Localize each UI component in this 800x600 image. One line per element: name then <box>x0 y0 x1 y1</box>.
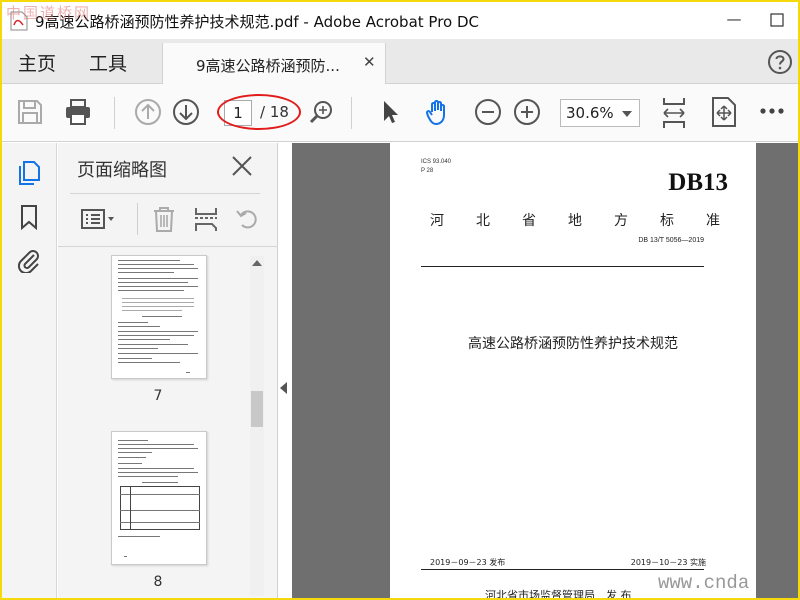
zoom-level-select[interactable]: 30.6% <box>560 99 640 127</box>
toolbar: 1 / 18 30.6% <box>2 84 798 142</box>
zoom-search-icon[interactable] <box>308 98 336 126</box>
document-title: 高速公路桥涵预防性养护技术规范 <box>468 336 678 352</box>
pdf-page: ICS 93.040 P 28 DB13 河 北 省 地 方 标 准 DB 13… <box>390 143 756 600</box>
tab-home[interactable]: 主页 <box>18 49 56 76</box>
ics-code: ICS 93.040 <box>421 159 452 165</box>
issue-date: 2019－09－23 发布 <box>430 558 506 567</box>
print-icon[interactable] <box>64 98 92 126</box>
issuing-authority: 河北省市场监督管理局 发 布 <box>485 589 632 600</box>
next-page-icon[interactable] <box>172 98 200 126</box>
thumbnail-page-number: 8 <box>153 574 163 590</box>
document-tab-label: 9高速公路桥涵预防... <box>196 57 340 75</box>
zoom-level-value: 30.6% <box>566 104 614 122</box>
standard-label: DB13 <box>668 169 728 196</box>
footer-rule <box>421 569 704 570</box>
rotate-view-icon[interactable] <box>710 96 738 128</box>
collapse-panel-icon[interactable] <box>280 382 287 394</box>
delete-page-icon[interactable] <box>150 205 178 233</box>
chevron-down-icon <box>622 111 632 117</box>
menu-bar: 主页 工具 9高速公路桥涵预防... ✕ <box>2 39 798 85</box>
tab-document[interactable]: 9高速公路桥涵预防... ✕ <box>162 43 386 85</box>
page-thumbnail[interactable] <box>111 255 207 379</box>
watermark-top-left: 中国道桥网 <box>6 4 92 22</box>
attachment-icon[interactable] <box>16 247 42 273</box>
hand-tool-icon[interactable] <box>424 98 452 126</box>
page-number-highlight <box>217 94 301 130</box>
zoom-in-icon[interactable] <box>513 98 541 126</box>
document-viewport[interactable]: ICS 93.040 P 28 DB13 河 北 省 地 方 标 准 DB 13… <box>292 143 798 600</box>
page-thumbnail[interactable] <box>111 431 207 565</box>
toolbar-divider <box>351 97 352 129</box>
province-standard-line: 河 北 省 地 方 标 准 <box>430 213 720 229</box>
thumbnails-panel: 页面缩略图 7 8 <box>58 143 278 598</box>
thumbnail-scrollbar[interactable] <box>250 256 264 596</box>
app-window: 9高速公路桥涵预防性养护技术规范.pdf - Adobe Acrobat Pro… <box>0 0 800 600</box>
scrollbar-thumb[interactable] <box>251 391 263 427</box>
classification-code: P 28 <box>421 168 434 174</box>
zoom-out-icon[interactable] <box>474 98 502 126</box>
bookmark-icon[interactable] <box>16 204 42 230</box>
extract-page-icon[interactable] <box>192 205 220 233</box>
fit-page-icon[interactable] <box>659 96 689 130</box>
maximize-button[interactable] <box>770 13 784 27</box>
scroll-up-icon[interactable] <box>252 260 262 266</box>
toolbar-divider <box>114 97 115 129</box>
rotate-page-icon[interactable] <box>234 205 262 233</box>
select-cursor-icon[interactable] <box>376 98 404 126</box>
save-icon[interactable] <box>16 98 44 126</box>
panel-divider <box>70 193 260 194</box>
help-icon[interactable] <box>767 49 793 75</box>
standard-number: DB 13/T 5056—2019 <box>638 237 704 244</box>
effective-date: 2019－10－23 实施 <box>630 558 706 567</box>
watermark-bottom-right: www.cnda <box>658 572 750 594</box>
navigation-rail <box>2 143 57 598</box>
thumbnail-page-number: 7 <box>153 388 163 404</box>
window-title: 9高速公路桥涵预防性养护技术规范.pdf - Adobe Acrobat Pro… <box>35 13 480 31</box>
close-panel-icon[interactable] <box>230 154 254 178</box>
tab-tools[interactable]: 工具 <box>89 49 127 76</box>
minimize-button[interactable]: — <box>724 10 744 28</box>
header-rule <box>421 266 704 267</box>
panel-title: 页面缩略图 <box>77 160 167 181</box>
toolbar-divider <box>137 203 138 235</box>
page-thumbnails-icon[interactable] <box>16 159 42 185</box>
more-options-icon[interactable] <box>759 106 785 116</box>
previous-page-icon[interactable] <box>134 98 162 126</box>
panel-divider <box>58 246 278 247</box>
close-tab-button[interactable]: ✕ <box>363 53 376 71</box>
title-bar: 9高速公路桥涵预防性养护技术规范.pdf - Adobe Acrobat Pro… <box>2 2 798 39</box>
thumbnail-options-icon[interactable] <box>80 205 118 233</box>
